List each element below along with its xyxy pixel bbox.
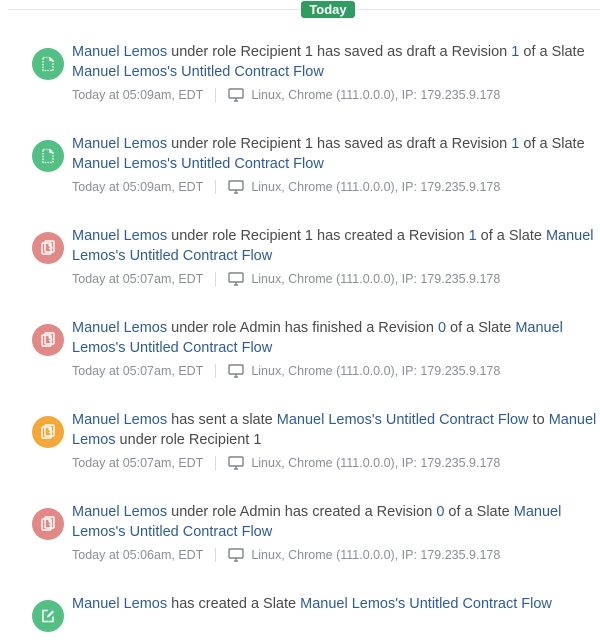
- activity-text-fragment: under role Recipient 1 has created a Rev…: [167, 228, 469, 244]
- timestamp: Today at 05:09am, EDT: [72, 88, 204, 102]
- monitor-icon: [228, 88, 251, 102]
- activity-text-fragment: of a Slate: [446, 320, 516, 336]
- activity-link[interactable]: 1: [469, 228, 477, 244]
- activity-text-fragment: of a Slate: [476, 228, 546, 244]
- activity-meta: Today at 05:06am, EDT Linux, Chrome (111.…: [72, 546, 500, 564]
- activity-text: Manuel Lemos under role Recipient 1 has …: [72, 134, 597, 174]
- activity-link[interactable]: Manuel Lemos: [72, 504, 167, 520]
- timestamp: Today at 05:09am, EDT: [72, 180, 204, 194]
- activity-link[interactable]: Manuel Lemos's Untitled Contract Flow: [300, 596, 552, 612]
- activity-link[interactable]: Manuel Lemos: [72, 320, 167, 336]
- activity-text-fragment: under role Recipient 1: [115, 432, 262, 448]
- activity-text-fragment: under role Recipient 1 has saved as draf…: [167, 44, 512, 60]
- activity-entry: Manuel Lemos under role Admin has create…: [0, 502, 600, 572]
- activity-text-fragment: to: [528, 412, 549, 428]
- device-info: Linux, Chrome (111.0.0.0), IP: 179.235.9…: [251, 180, 501, 194]
- device-info: Linux, Chrome (111.0.0.0), IP: 179.235.9…: [251, 88, 501, 102]
- activity-entry: Manuel Lemos has sent a slate Manuel Lem…: [0, 410, 600, 480]
- activity-text: Manuel Lemos under role Admin has create…: [72, 502, 597, 542]
- device-info: Linux, Chrome (111.0.0.0), IP: 179.235.9…: [251, 272, 501, 286]
- activity-text-fragment: has sent a slate: [167, 412, 277, 428]
- activity-text: Manuel Lemos under role Recipient 1 has …: [72, 42, 597, 82]
- activity-meta: Today at 05:09am, EDT Linux, Chrome (111.…: [72, 86, 500, 104]
- meta-separator: [215, 363, 217, 378]
- activity-text-fragment: under role Recipient 1 has saved as draf…: [167, 136, 512, 152]
- activity-entry: Manuel Lemos under role Recipient 1 has …: [0, 226, 600, 296]
- activity-link[interactable]: 0: [438, 320, 446, 336]
- activity-link[interactable]: Manuel Lemos: [72, 228, 167, 244]
- activity-link[interactable]: Manuel Lemos's Untitled Contract Flow: [72, 156, 324, 172]
- activity-link[interactable]: Manuel Lemos: [72, 136, 167, 152]
- activity-entry: Manuel Lemos has created a Slate Manuel …: [0, 594, 600, 640]
- activity-text-fragment: of a Slate: [519, 136, 585, 152]
- monitor-icon: [228, 180, 251, 194]
- slate-document-icon: [32, 232, 64, 264]
- monitor-icon: [228, 364, 251, 378]
- draft-document-icon: [32, 48, 64, 80]
- timestamp: Today at 05:06am, EDT: [72, 548, 204, 562]
- activity-entry: Manuel Lemos under role Recipient 1 has …: [0, 42, 600, 112]
- activity-entry: Manuel Lemos under role Admin has finish…: [0, 318, 600, 388]
- slate-document-icon: [32, 508, 64, 540]
- timestamp: Today at 05:07am, EDT: [72, 364, 204, 378]
- activity-feed: Manuel Lemos under role Recipient 1 has …: [0, 0, 600, 640]
- timestamp: Today at 05:07am, EDT: [72, 272, 204, 286]
- activity-text: Manuel Lemos under role Recipient 1 has …: [72, 226, 597, 266]
- activity-meta: Today at 05:09am, EDT Linux, Chrome (111.…: [72, 178, 500, 196]
- activity-link[interactable]: Manuel Lemos's Untitled Contract Flow: [72, 64, 324, 80]
- draft-document-icon: [32, 140, 64, 172]
- slate-document-icon: [32, 324, 64, 356]
- activity-link[interactable]: Manuel Lemos: [72, 412, 167, 428]
- activity-entry: Manuel Lemos under role Recipient 1 has …: [0, 134, 600, 204]
- activity-text: Manuel Lemos under role Admin has finish…: [72, 318, 597, 358]
- monitor-icon: [228, 272, 251, 286]
- activity-meta: Today at 05:07am, EDT Linux, Chrome (111.…: [72, 270, 500, 288]
- device-info: Linux, Chrome (111.0.0.0), IP: 179.235.9…: [251, 364, 501, 378]
- activity-text-fragment: under role Admin has finished a Revision: [167, 320, 438, 336]
- activity-meta: Today at 05:07am, EDT Linux, Chrome (111.…: [72, 362, 500, 380]
- meta-separator: [215, 547, 217, 562]
- meta-separator: [215, 179, 217, 194]
- meta-separator: [215, 271, 217, 286]
- activity-text-fragment: has created a Slate: [167, 596, 301, 612]
- meta-separator: [215, 455, 217, 470]
- activity-text-fragment: of a Slate: [444, 504, 514, 520]
- timestamp: Today at 05:07am, EDT: [72, 456, 204, 470]
- monitor-icon: [228, 548, 251, 562]
- activity-link[interactable]: Manuel Lemos's Untitled Contract Flow: [277, 412, 529, 428]
- activity-link[interactable]: Manuel Lemos: [72, 596, 167, 612]
- device-info: Linux, Chrome (111.0.0.0), IP: 179.235.9…: [251, 548, 501, 562]
- meta-separator: [215, 87, 217, 102]
- monitor-icon: [228, 456, 251, 470]
- device-info: Linux, Chrome (111.0.0.0), IP: 179.235.9…: [251, 456, 501, 470]
- activity-meta: Today at 05:07am, EDT Linux, Chrome (111.…: [72, 454, 500, 472]
- activity-text-fragment: of a Slate: [519, 44, 585, 60]
- activity-text-fragment: under role Admin has created a Revision: [167, 504, 437, 520]
- activity-link[interactable]: Manuel Lemos: [72, 44, 167, 60]
- activity-text: Manuel Lemos has created a Slate Manuel …: [72, 594, 597, 614]
- activity-text: Manuel Lemos has sent a slate Manuel Lem…: [72, 410, 597, 450]
- slate-document-icon: [32, 416, 64, 448]
- edit-document-icon: [32, 600, 64, 632]
